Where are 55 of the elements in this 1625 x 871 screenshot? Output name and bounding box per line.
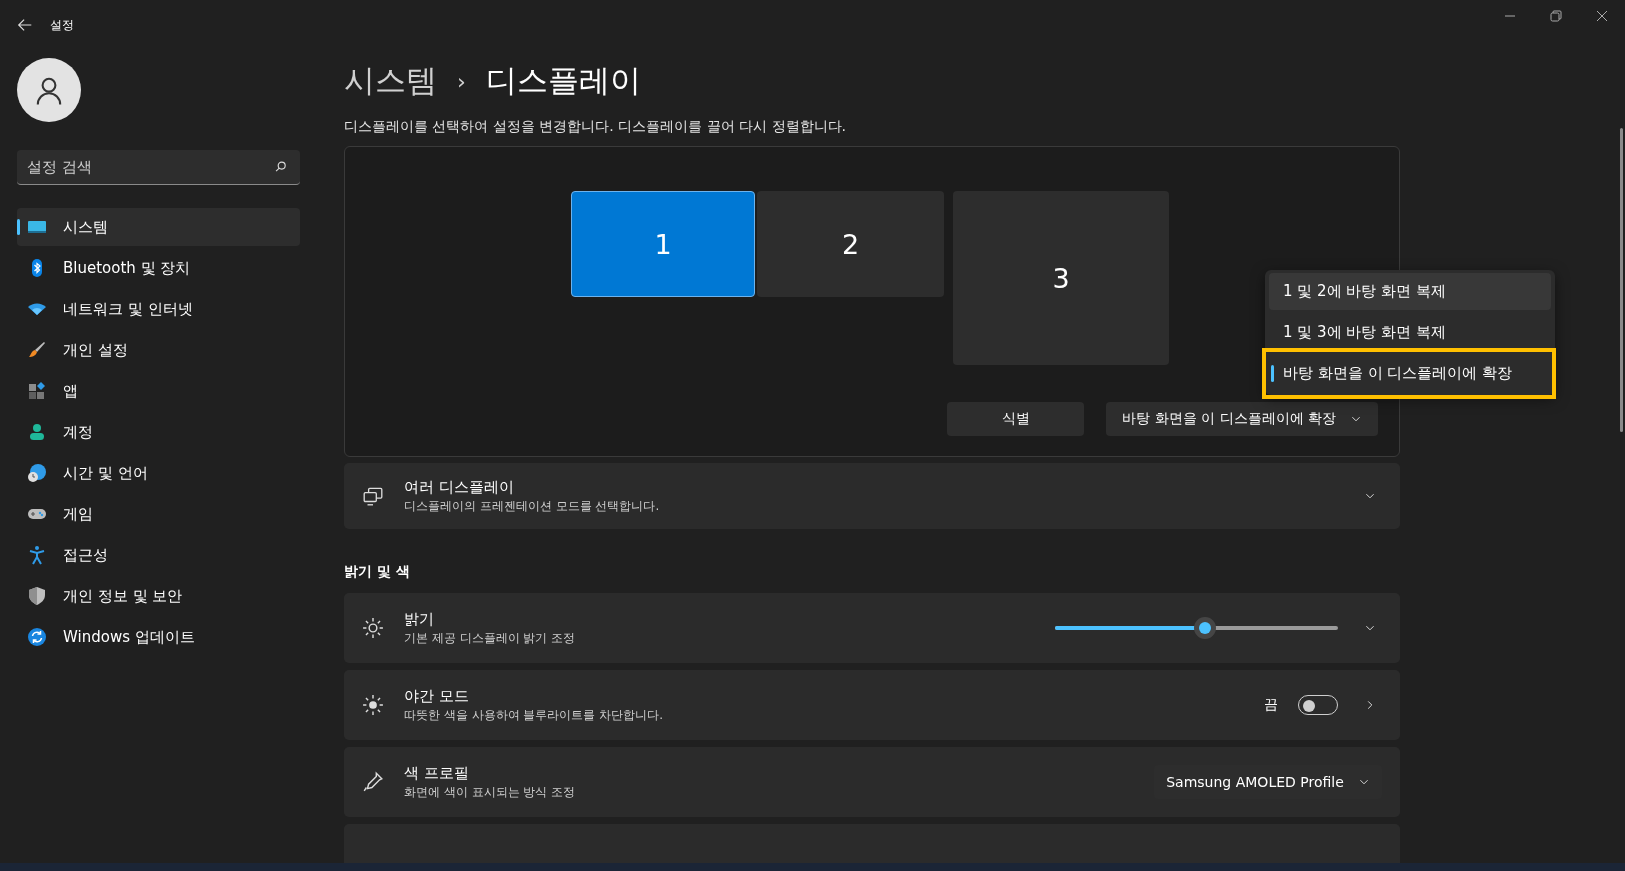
sidebar-item[interactable]: Windows 업데이트 (17, 618, 300, 656)
brightness-slider[interactable] (1055, 617, 1338, 640)
setting-title: 밝기 (404, 609, 435, 629)
breadcrumb-separator: › (457, 68, 466, 94)
menu-item[interactable]: 1 및 3에 바탕 화면 복제 (1269, 314, 1551, 351)
sidebar-item[interactable]: 앱 (17, 372, 300, 410)
sidebar-item[interactable]: 시스템 (17, 208, 300, 246)
mode-dropdown[interactable]: 바탕 화면을 이 디스플레이에 확장 (1106, 402, 1378, 436)
setting-description: 따뜻한 색을 사용하여 블루라이트를 차단합니다. (404, 706, 665, 724)
setting-title: 색 프로필 (404, 763, 470, 783)
setting-description: 기본 제공 디스플레이 밝기 조정 (404, 629, 577, 647)
display-tile[interactable]: 2 (757, 191, 944, 297)
paintbrush-icon (27, 340, 47, 360)
sidebar-item[interactable]: 시간 및 언어 (17, 454, 300, 492)
slider-thumb[interactable] (1194, 617, 1216, 640)
display-tile[interactable]: 3 (953, 191, 1169, 365)
setting-title: 여러 디스플레이 (404, 477, 515, 497)
scrollbar[interactable] (1620, 128, 1623, 432)
breadcrumb-link[interactable]: 시스템 (344, 60, 437, 102)
setting-description: 디스플레이의 프레젠테이션 모드를 선택합니다. (404, 497, 661, 515)
settings-card[interactable]: 야간 모드 따뜻한 색을 사용하여 블루라이트를 차단합니다. 끔 (344, 670, 1400, 741)
sidebar-item[interactable]: 네트워크 및 인터넷 (17, 290, 300, 328)
apps-icon (27, 381, 47, 401)
settings-card[interactable]: 밝기 기본 제공 디스플레이 밝기 조정 (344, 593, 1400, 664)
search-icon[interactable] (274, 160, 288, 174)
toggle-state-label: 끔 (1264, 696, 1278, 715)
globe-clock-icon (27, 463, 47, 483)
setting-description: 화면에 색이 표시되는 방식 조정 (404, 783, 577, 801)
eyedropper-icon (362, 771, 384, 794)
shield-icon (27, 586, 47, 606)
sidebar-item[interactable]: 개인 설정 (17, 331, 300, 369)
page-title: 디스플레이 (485, 61, 641, 100)
menu-item[interactable]: 1 및 2에 바탕 화면 복제 (1269, 273, 1551, 310)
sidebar-item[interactable]: 계정 (17, 413, 300, 451)
sidebar-item[interactable]: 개인 정보 및 보안 (17, 577, 300, 615)
menu-item[interactable]: 바탕 화면을 이 디스플레이에 확장 (1269, 355, 1551, 392)
refresh-icon (27, 627, 47, 647)
back-icon[interactable] (16, 16, 34, 34)
description: 디스플레이를 선택하여 설정을 변경합니다. 디스플레이를 끌어 다시 정렬합니다. (344, 118, 848, 136)
setting-title: 야간 모드 (404, 686, 470, 706)
accessibility-icon (27, 545, 47, 565)
settings-card[interactable]: 여러 디스플레이 디스플레이의 프레젠테이션 모드를 선택합니다. (344, 462, 1400, 530)
sidebar-item[interactable]: Bluetooth 및 장치 (17, 249, 300, 287)
monitors-icon (362, 485, 384, 508)
sun-icon (362, 617, 384, 640)
identify-button[interactable]: 식별 (947, 402, 1085, 436)
search-field[interactable]: 설정 검색 (17, 150, 300, 185)
sun-icon (362, 694, 384, 717)
person-icon (27, 422, 47, 442)
display-tile[interactable]: 1 (571, 191, 755, 297)
section-heading: 밝기 및 색 (344, 563, 411, 582)
sidebar-item[interactable]: 접근성 (17, 536, 300, 574)
app-title: 설정 (50, 16, 74, 34)
sidebar-item[interactable]: 게임 (17, 495, 300, 533)
settings-card[interactable]: 색 프로필 화면에 색이 표시되는 방식 조정 Samsung AMOLED Profile (344, 747, 1400, 818)
